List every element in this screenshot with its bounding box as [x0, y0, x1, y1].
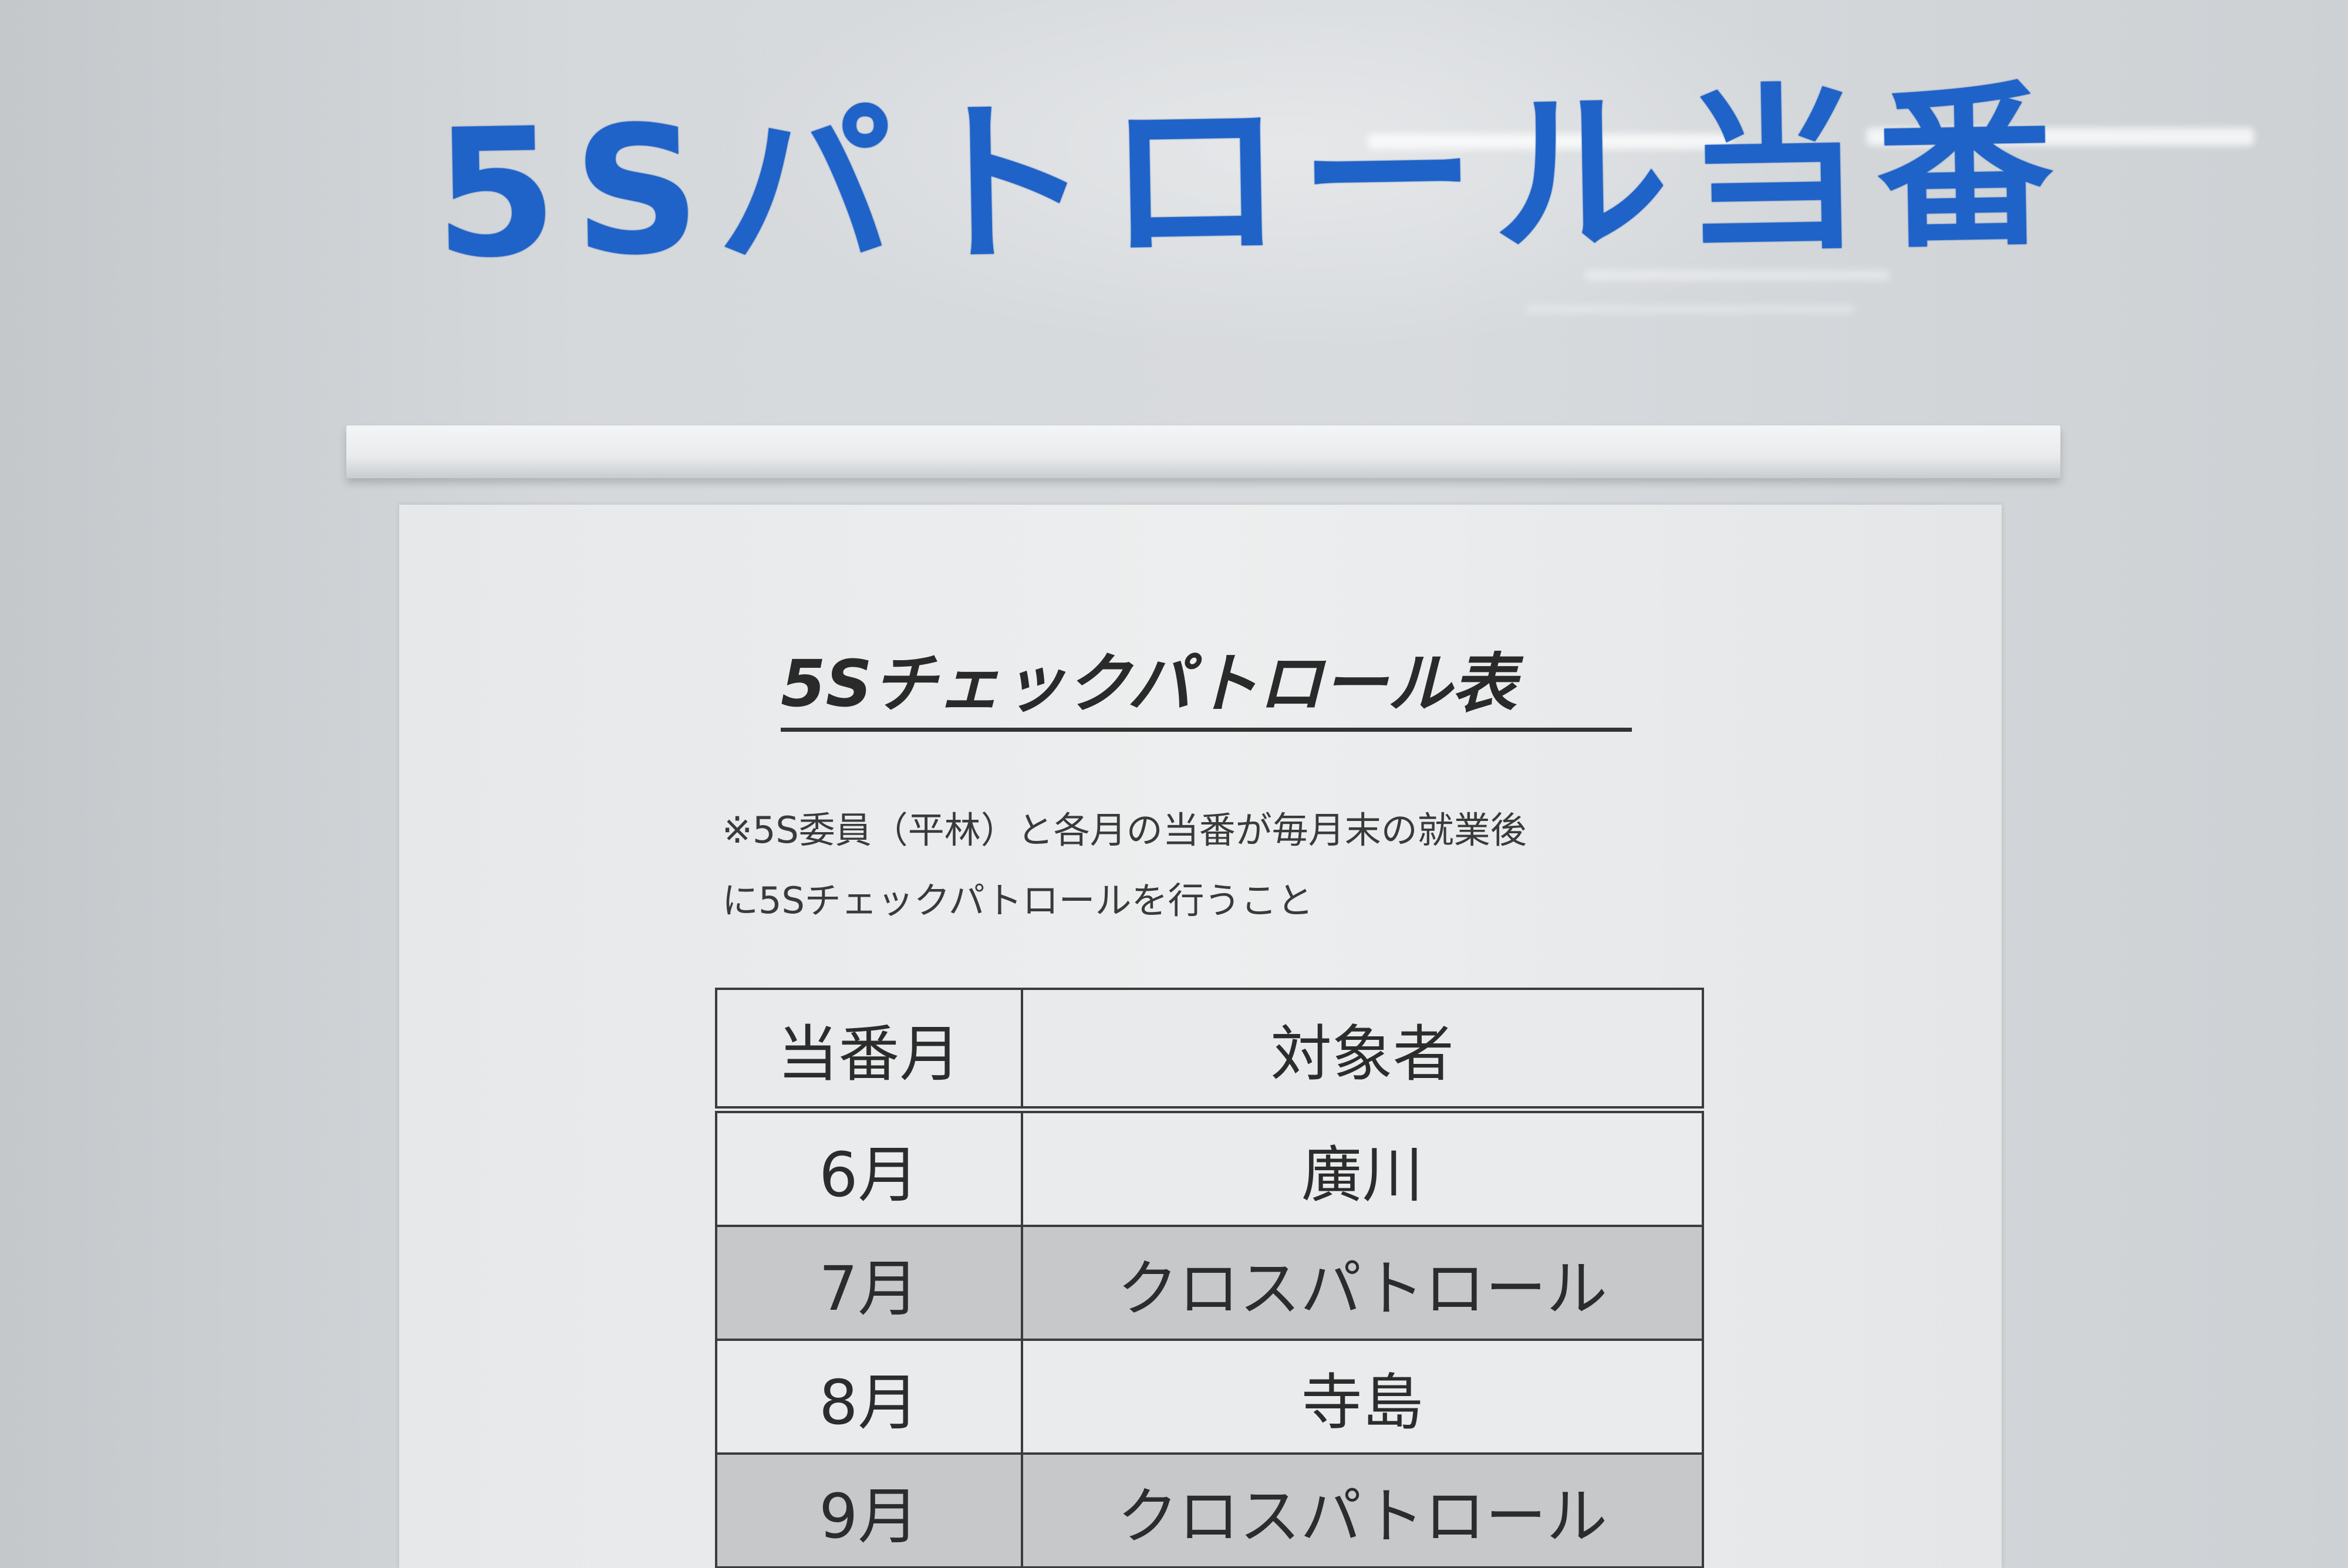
- row-month: 9月: [715, 1452, 1023, 1568]
- row-month: 6月: [715, 1109, 1023, 1227]
- header-month: 当番月: [715, 988, 1023, 1113]
- table-row: 9月 クロスパトロール: [715, 1452, 1705, 1568]
- poster-title: 5Sチェックパトロール表: [781, 640, 1632, 732]
- row-month: 7月: [715, 1225, 1023, 1341]
- row-person: クロスパトロール: [1020, 1225, 1705, 1341]
- poster-hanging-rail: [346, 425, 2060, 478]
- poster-note-line-1: ※5S委員（平林）と各月の当番が毎月末の就業後: [722, 809, 1527, 851]
- table-row: 6月 廣川: [715, 1109, 1705, 1227]
- row-person: クロスパトロール: [1020, 1452, 1705, 1568]
- row-person: 廣川: [1020, 1109, 1705, 1227]
- table-row: 7月 クロスパトロール: [715, 1225, 1705, 1341]
- patrol-schedule-table: 当番月 対象者 6月 廣川 7月 クロスパトロール 8月 寺島 9月 クロスパト…: [715, 988, 1705, 1568]
- handwritten-title: 5Sパトロール当番: [433, 63, 2072, 298]
- row-person: 寺島: [1020, 1339, 1705, 1455]
- table-row: 8月 寺島: [715, 1339, 1705, 1455]
- header-person: 対象者: [1020, 988, 1705, 1113]
- table-header-row: 当番月 対象者: [715, 988, 1705, 1113]
- row-month: 8月: [715, 1339, 1023, 1455]
- poster-note-line-2: に5Sチェックパトロールを行うこと: [722, 879, 1314, 922]
